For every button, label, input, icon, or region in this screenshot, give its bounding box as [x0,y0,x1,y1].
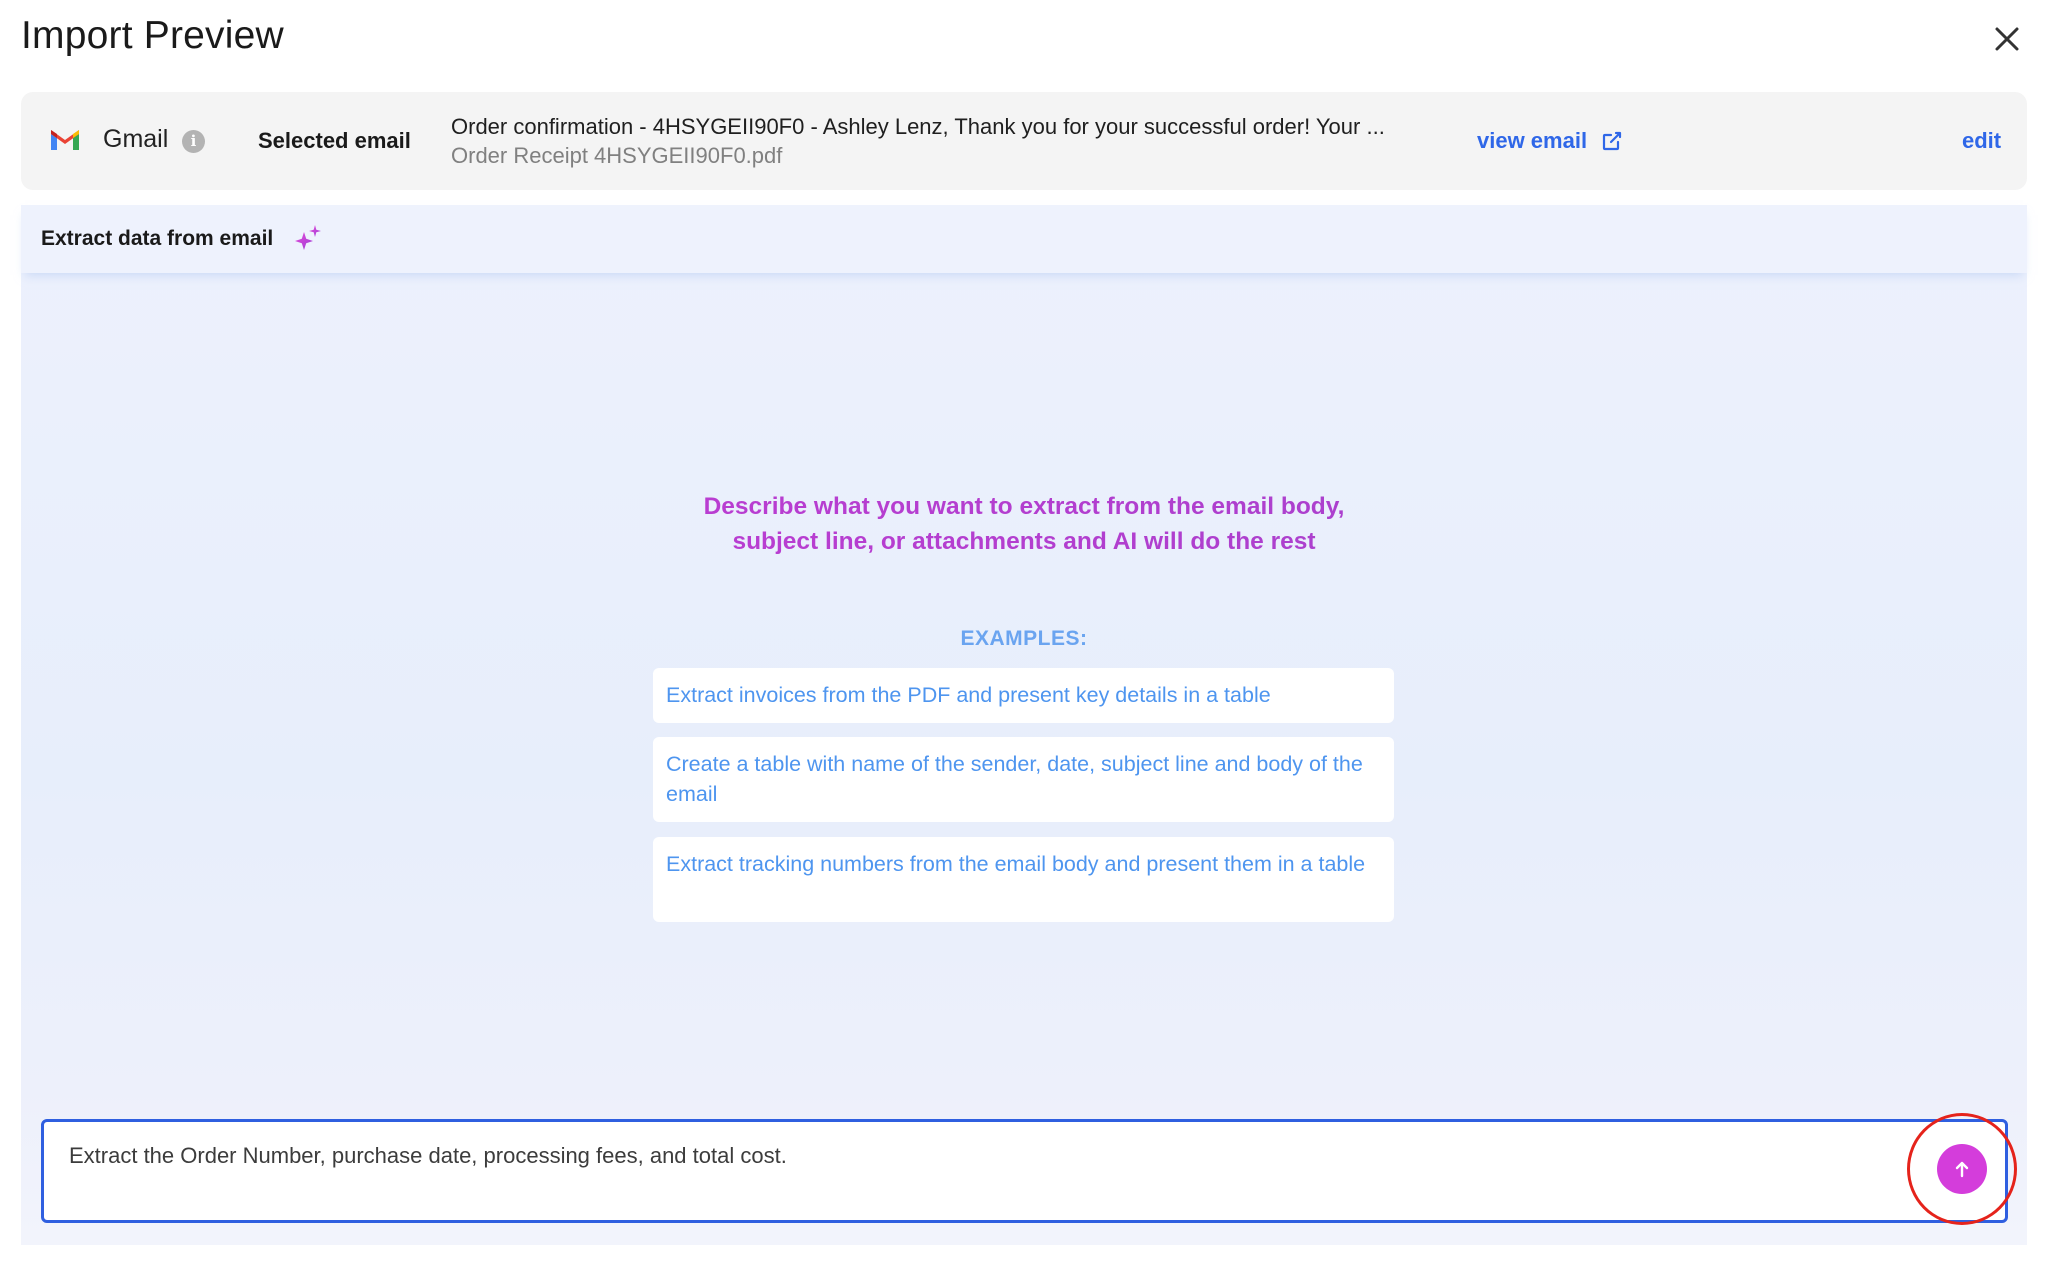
extract-header: Extract data from email [21,205,2027,273]
example-prompt[interactable]: Extract invoices from the PDF and presen… [653,668,1394,723]
close-button[interactable] [1990,22,2024,56]
sparkle-icon [293,223,323,253]
info-icon[interactable]: i [182,130,205,153]
prompt-input[interactable]: Extract the Order Number, purchase date,… [41,1119,2008,1223]
extract-title: Extract data from email [41,227,274,250]
extract-hint-line-1: Describe what you want to extract from t… [703,493,1345,520]
prompt-input-text: Extract the Order Number, purchase date,… [69,1143,787,1168]
example-prompt[interactable]: Create a table with name of the sender, … [653,737,1394,822]
selected-email-label: Selected email [258,128,411,153]
examples-label: EXAMPLES: [960,627,1088,650]
dialog-title: Import Preview [21,14,284,57]
import-preview-dialog: Import Preview Gmail i Selected email Or… [0,0,2048,1263]
extract-panel: Extract data from email Describe what yo… [21,205,2027,1245]
edit-link[interactable]: edit [1962,128,2001,154]
selected-email-card: Gmail i Selected email Order confirmatio… [21,92,2027,190]
extract-hint: Describe what you want to extract from t… [21,489,2027,559]
view-email-label: view email [1477,128,1588,153]
view-email-link[interactable]: view email [1477,128,1623,154]
service-label: Gmail [103,125,169,153]
close-icon [1995,27,2019,51]
email-subject: Order confirmation - 4HSYGEII90F0 - Ashl… [451,114,1385,139]
highlight-circle [1907,1113,2017,1225]
extract-hint-line-2: subject line, or attachments and AI will… [732,528,1316,555]
example-prompt[interactable]: Extract tracking numbers from the email … [653,837,1394,922]
external-link-icon [1602,131,1622,151]
gmail-icon [49,128,81,152]
email-attachment: Order Receipt 4HSYGEII90F0.pdf [451,143,783,168]
